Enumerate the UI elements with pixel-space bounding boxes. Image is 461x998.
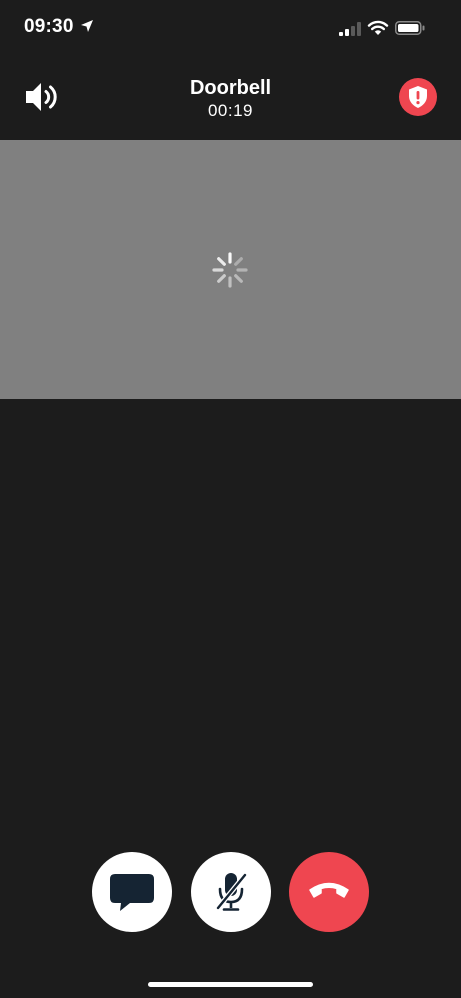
chat-bubble-icon [110, 874, 154, 911]
location-arrow-icon [81, 20, 93, 32]
shield-alert-icon [409, 86, 427, 108]
status-icons [339, 20, 439, 36]
security-alert-button[interactable] [399, 78, 437, 116]
wifi-icon [367, 20, 389, 35]
call-screen: 09:30 Doorbell 00:19 [0, 0, 461, 998]
call-controls [0, 852, 461, 932]
call-header: Doorbell 00:19 [0, 56, 461, 140]
status-bar: 09:30 [0, 0, 461, 56]
hangup-button[interactable] [289, 852, 369, 932]
message-button[interactable] [92, 852, 172, 932]
phone-hangup-icon [309, 882, 349, 898]
battery-icon [395, 21, 425, 35]
call-duration: 00:19 [207, 101, 254, 120]
home-indicator[interactable] [148, 982, 313, 987]
signal-icon [339, 22, 361, 36]
video-feed [0, 140, 461, 399]
microphone-muted-icon [215, 872, 248, 911]
status-time: 09:30 [24, 16, 74, 37]
mute-button[interactable] [191, 852, 271, 932]
caller-name: Doorbell [189, 77, 272, 99]
loading-spinner-icon [212, 252, 248, 288]
